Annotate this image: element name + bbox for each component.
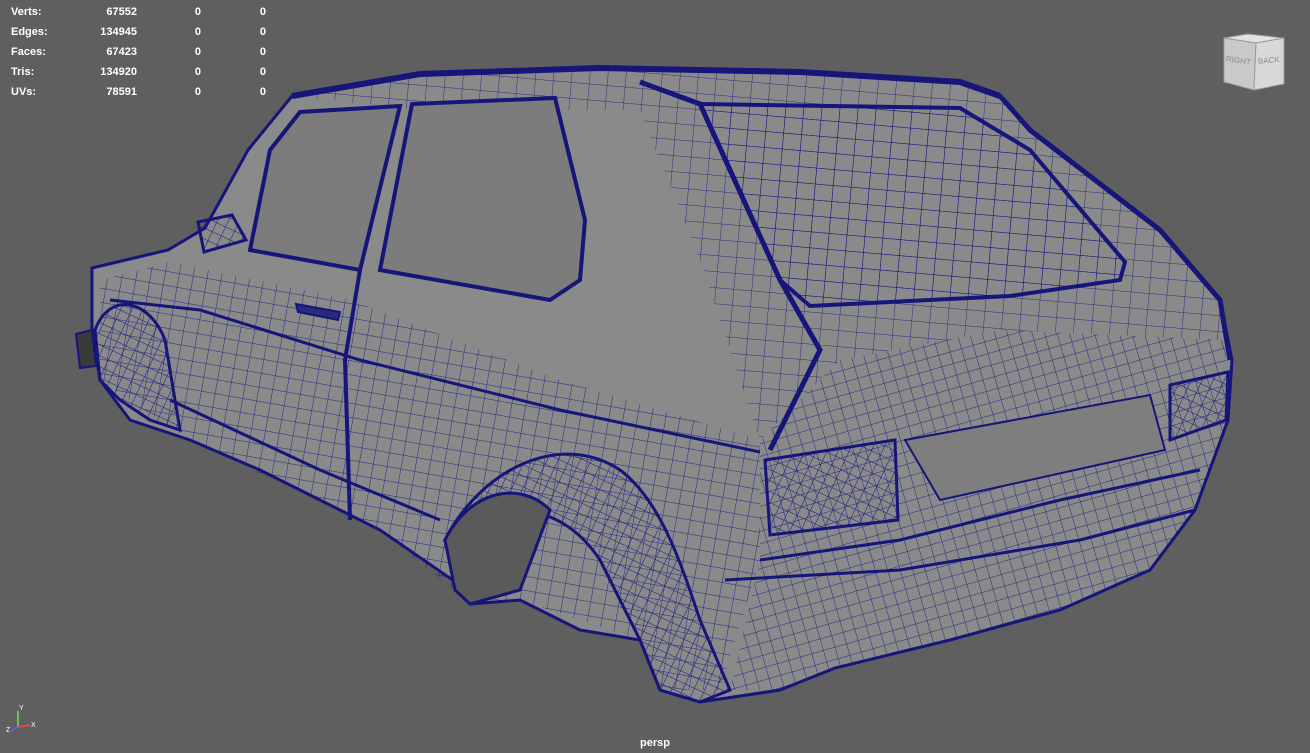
hud-row-tris: Tris: 134920 0 0 xyxy=(11,62,271,82)
hud-total: 134920 xyxy=(100,66,137,78)
hud-row-verts: Verts: 67552 0 0 xyxy=(11,2,271,22)
axis-gizmo: Y X Z xyxy=(6,705,36,733)
axis-y-label: Y xyxy=(19,705,24,712)
hud-label: Edges: xyxy=(11,26,48,38)
viewport-3d[interactable] xyxy=(0,0,1310,753)
hud-row-faces: Faces: 67423 0 0 xyxy=(11,42,271,62)
hud-label: Faces: xyxy=(11,46,46,58)
hud-total: 67552 xyxy=(106,6,137,18)
car-mesh[interactable] xyxy=(74,64,1234,704)
hud-total: 67423 xyxy=(106,46,137,58)
hud-selected: 0 xyxy=(194,6,201,18)
view-cube[interactable]: RIGHT BACK xyxy=(1218,32,1290,94)
hud-components: 0 xyxy=(259,66,266,78)
hud-selected: 0 xyxy=(194,26,201,38)
axis-z-label: Z xyxy=(6,727,11,733)
hud-label: Tris: xyxy=(11,66,35,78)
camera-name-label: persp xyxy=(640,737,670,749)
hud-total: 134945 xyxy=(100,26,137,38)
hud-row-uvs: UVs: 78591 0 0 xyxy=(11,82,271,102)
side-window-rear xyxy=(377,95,588,303)
hud-row-edges: Edges: 134945 0 0 xyxy=(11,22,271,42)
hud-selected: 0 xyxy=(194,46,201,58)
hud-components: 0 xyxy=(259,86,266,98)
axis-x-label: X xyxy=(31,722,36,729)
hud-components: 0 xyxy=(259,46,266,58)
hud-total: 78591 xyxy=(106,86,137,98)
front-bumper xyxy=(74,328,98,370)
hud-selected: 0 xyxy=(194,86,201,98)
hud-label: UVs: xyxy=(11,86,37,98)
hud-selected: 0 xyxy=(194,66,201,78)
hud-components: 0 xyxy=(259,26,266,38)
poly-count-hud: Verts: 67552 0 0 Edges: 134945 0 0 Faces… xyxy=(11,2,271,102)
hud-label: Verts: xyxy=(11,6,42,18)
hud-components: 0 xyxy=(259,6,266,18)
